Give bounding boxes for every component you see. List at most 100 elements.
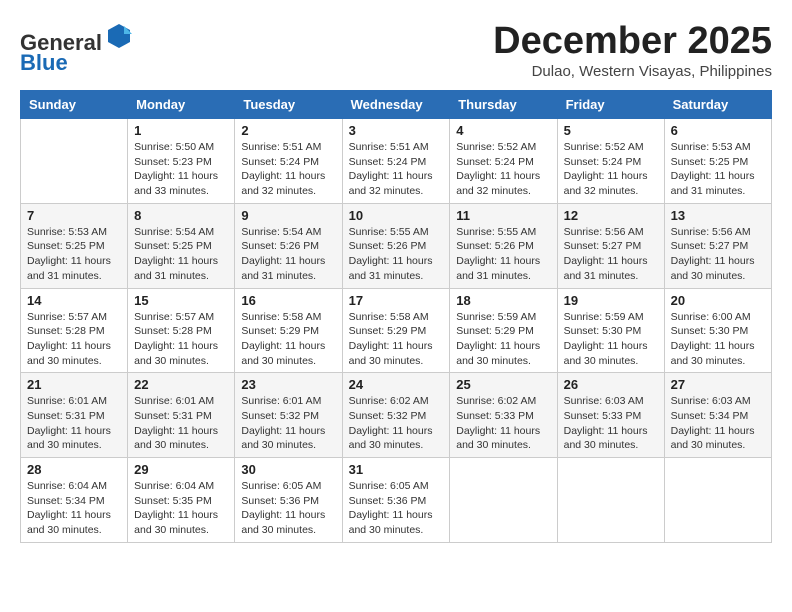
day-info: Sunrise: 5:57 AMSunset: 5:28 PMDaylight:… — [27, 310, 121, 369]
calendar-cell: 9 Sunrise: 5:54 AMSunset: 5:26 PMDaylight… — [235, 203, 342, 288]
calendar-cell: 5Sunrise: 5:52 AMSunset: 5:24 PMDaylight… — [557, 119, 664, 204]
day-info: Sunrise: 5:54 AMSunset: 5:25 PMDaylight:… — [134, 225, 228, 284]
calendar-week-row: 14 Sunrise: 5:57 AMSunset: 5:28 PMDayligh… — [21, 288, 772, 373]
day-info: Sunrise: 6:02 AMSunset: 5:32 PMDaylight:… — [349, 394, 444, 453]
day-number: 26 — [564, 377, 658, 392]
day-number: 12 — [564, 208, 658, 223]
calendar-cell — [664, 458, 771, 543]
calendar-week-row: 7 Sunrise: 5:53 AMSunset: 5:25 PMDaylight… — [21, 203, 772, 288]
day-number: 22 — [134, 377, 228, 392]
day-number: 19 — [564, 293, 658, 308]
calendar-cell: 30Sunrise: 6:05 AMSunset: 5:36 PMDayligh… — [235, 458, 342, 543]
day-number: 9 — [241, 208, 335, 223]
calendar-cell: 6 Sunrise: 5:53 AMSunset: 5:25 PMDaylight… — [664, 119, 771, 204]
day-info: Sunrise: 5:58 AMSunset: 5:29 PMDaylight:… — [349, 310, 444, 369]
day-number: 8 — [134, 208, 228, 223]
calendar-cell: 13 Sunrise: 5:56 AMSunset: 5:27 PMDayligh… — [664, 203, 771, 288]
calendar-cell: 7 Sunrise: 5:53 AMSunset: 5:25 PMDaylight… — [21, 203, 128, 288]
day-number: 7 — [27, 208, 121, 223]
day-info: Sunrise: 6:02 AMSunset: 5:33 PMDaylight:… — [456, 394, 550, 453]
day-number: 5 — [564, 123, 658, 138]
calendar-cell: 1Sunrise: 5:50 AMSunset: 5:23 PMDaylight… — [128, 119, 235, 204]
day-number: 14 — [27, 293, 121, 308]
calendar-cell: 24Sunrise: 6:02 AMSunset: 5:32 PMDayligh… — [342, 373, 450, 458]
day-info: Sunrise: 6:03 AMSunset: 5:33 PMDaylight:… — [564, 394, 658, 453]
day-number: 2 — [241, 123, 335, 138]
day-info: Sunrise: 5:55 AMSunset: 5:26 PMDaylight:… — [456, 225, 550, 284]
calendar-cell — [21, 119, 128, 204]
calendar-cell: 10Sunrise: 5:55 AMSunset: 5:26 PMDayligh… — [342, 203, 450, 288]
day-info: Sunrise: 5:58 AMSunset: 5:29 PMDaylight:… — [241, 310, 335, 369]
calendar-cell: 14 Sunrise: 5:57 AMSunset: 5:28 PMDayligh… — [21, 288, 128, 373]
day-number: 21 — [27, 377, 121, 392]
calendar-header-row: SundayMondayTuesdayWednesdayThursdayFrid… — [21, 91, 772, 119]
day-number: 23 — [241, 377, 335, 392]
calendar-cell: 2Sunrise: 5:51 AMSunset: 5:24 PMDaylight… — [235, 119, 342, 204]
calendar-cell: 29 Sunrise: 6:04 AMSunset: 5:35 PMDayligh… — [128, 458, 235, 543]
day-info: Sunrise: 6:05 AMSunset: 5:36 PMDaylight:… — [349, 479, 444, 538]
calendar-week-row: 28 Sunrise: 6:04 AMSunset: 5:34 PMDayligh… — [21, 458, 772, 543]
calendar-cell: 4 Sunrise: 5:52 AMSunset: 5:24 PMDaylight… — [450, 119, 557, 204]
day-info: Sunrise: 5:53 AMSunset: 5:25 PMDaylight:… — [27, 225, 121, 284]
day-number: 13 — [671, 208, 765, 223]
calendar-cell: 8 Sunrise: 5:54 AMSunset: 5:25 PMDaylight… — [128, 203, 235, 288]
day-info: Sunrise: 5:56 AMSunset: 5:27 PMDaylight:… — [671, 225, 765, 284]
day-info: Sunrise: 6:05 AMSunset: 5:36 PMDaylight:… — [241, 479, 335, 538]
day-number: 25 — [456, 377, 550, 392]
day-of-week-header: Sunday — [21, 91, 128, 119]
day-info: Sunrise: 6:01 AMSunset: 5:32 PMDaylight:… — [241, 394, 335, 453]
month-title: December 2025 — [493, 20, 772, 63]
day-info: Sunrise: 6:03 AMSunset: 5:34 PMDaylight:… — [671, 394, 765, 453]
day-info: Sunrise: 6:04 AMSunset: 5:35 PMDaylight:… — [134, 479, 228, 538]
title-area: December 2025 Dulao, Western Visayas, Ph… — [493, 20, 772, 80]
logo-icon — [104, 20, 134, 50]
calendar-cell: 27 Sunrise: 6:03 AMSunset: 5:34 PMDayligh… — [664, 373, 771, 458]
day-info: Sunrise: 6:00 AMSunset: 5:30 PMDaylight:… — [671, 310, 765, 369]
day-number: 29 — [134, 462, 228, 477]
day-info: Sunrise: 5:52 AMSunset: 5:24 PMDaylight:… — [456, 140, 550, 199]
day-info: Sunrise: 5:54 AMSunset: 5:26 PMDaylight:… — [241, 225, 335, 284]
day-number: 20 — [671, 293, 765, 308]
page-header: General Blue December 2025 Dulao, Wester… — [20, 20, 772, 80]
day-of-week-header: Tuesday — [235, 91, 342, 119]
day-info: Sunrise: 5:51 AMSunset: 5:24 PMDaylight:… — [349, 140, 444, 199]
calendar-week-row: 1Sunrise: 5:50 AMSunset: 5:23 PMDaylight… — [21, 119, 772, 204]
day-number: 18 — [456, 293, 550, 308]
day-number: 4 — [456, 123, 550, 138]
calendar-week-row: 21 Sunrise: 6:01 AMSunset: 5:31 PMDayligh… — [21, 373, 772, 458]
day-of-week-header: Thursday — [450, 91, 557, 119]
calendar-cell — [450, 458, 557, 543]
location-text: Dulao, Western Visayas, Philippines — [493, 63, 772, 80]
calendar-cell: 22Sunrise: 6:01 AMSunset: 5:31 PMDayligh… — [128, 373, 235, 458]
day-info: Sunrise: 6:04 AMSunset: 5:34 PMDaylight:… — [27, 479, 121, 538]
calendar-cell: 16 Sunrise: 5:58 AMSunset: 5:29 PMDayligh… — [235, 288, 342, 373]
calendar-cell: 17 Sunrise: 5:58 AMSunset: 5:29 PMDayligh… — [342, 288, 450, 373]
day-info: Sunrise: 6:01 AMSunset: 5:31 PMDaylight:… — [27, 394, 121, 453]
calendar-cell: 19 Sunrise: 5:59 AMSunset: 5:30 PMDayligh… — [557, 288, 664, 373]
day-of-week-header: Saturday — [664, 91, 771, 119]
logo: General Blue — [20, 20, 134, 75]
calendar-cell: 20 Sunrise: 6:00 AMSunset: 5:30 PMDayligh… — [664, 288, 771, 373]
day-info: Sunrise: 5:53 AMSunset: 5:25 PMDaylight:… — [671, 140, 765, 199]
day-of-week-header: Wednesday — [342, 91, 450, 119]
day-of-week-header: Monday — [128, 91, 235, 119]
day-of-week-header: Friday — [557, 91, 664, 119]
day-info: Sunrise: 5:57 AMSunset: 5:28 PMDaylight:… — [134, 310, 228, 369]
calendar-cell: 31 Sunrise: 6:05 AMSunset: 5:36 PMDayligh… — [342, 458, 450, 543]
day-number: 15 — [134, 293, 228, 308]
calendar-cell: 3Sunrise: 5:51 AMSunset: 5:24 PMDaylight… — [342, 119, 450, 204]
day-number: 11 — [456, 208, 550, 223]
day-number: 27 — [671, 377, 765, 392]
calendar-cell: 21 Sunrise: 6:01 AMSunset: 5:31 PMDayligh… — [21, 373, 128, 458]
day-number: 6 — [671, 123, 765, 138]
day-number: 16 — [241, 293, 335, 308]
day-number: 17 — [349, 293, 444, 308]
calendar-cell: 23 Sunrise: 6:01 AMSunset: 5:32 PMDayligh… — [235, 373, 342, 458]
day-number: 31 — [349, 462, 444, 477]
calendar-cell — [557, 458, 664, 543]
day-number: 10 — [349, 208, 444, 223]
calendar-cell: 26 Sunrise: 6:03 AMSunset: 5:33 PMDayligh… — [557, 373, 664, 458]
day-number: 28 — [27, 462, 121, 477]
calendar-cell: 25 Sunrise: 6:02 AMSunset: 5:33 PMDayligh… — [450, 373, 557, 458]
day-info: Sunrise: 5:59 AMSunset: 5:30 PMDaylight:… — [564, 310, 658, 369]
